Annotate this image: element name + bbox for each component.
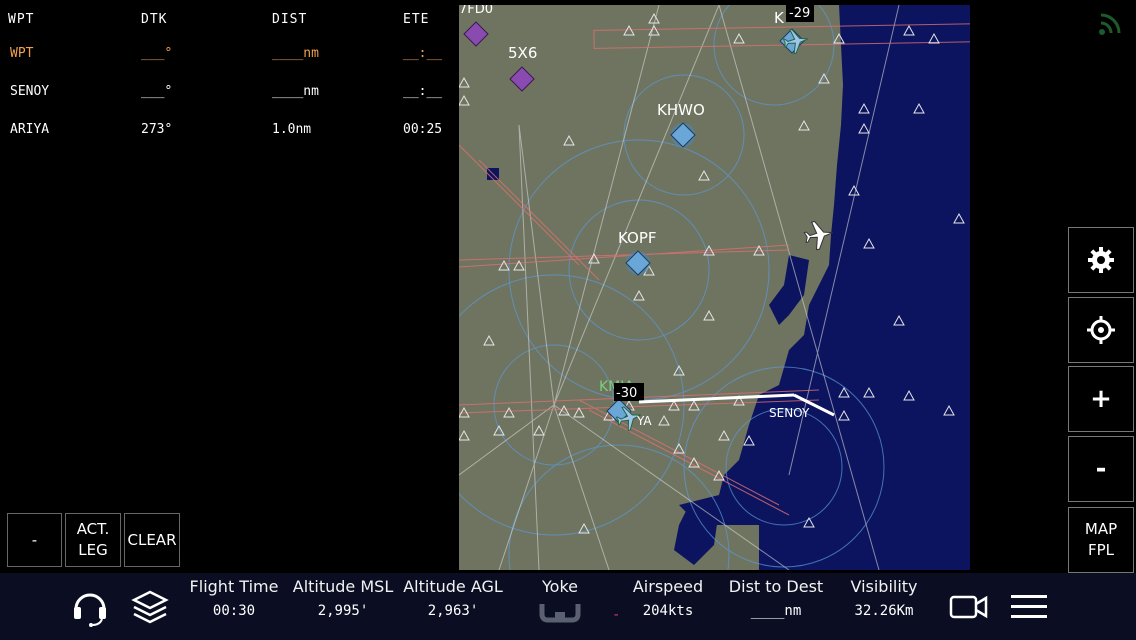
stat-label: Altitude AGL	[403, 577, 503, 596]
map-fpl-line2: FPL	[1087, 541, 1115, 559]
airport-label-5x6: 5X6	[508, 44, 537, 62]
minus-button-label: -	[31, 530, 38, 549]
airspeed-trend-indicator: -	[612, 607, 621, 623]
fpl-row-wpt[interactable]: SENOY	[10, 84, 49, 99]
header-ete: ETE	[403, 12, 430, 27]
traffic-altitude-tag: -29	[789, 6, 810, 21]
fpl-row-dist: ____nm	[272, 84, 319, 99]
stat-label: Flight Time	[189, 577, 279, 596]
airport-kopf-icon[interactable]	[625, 250, 651, 276]
headset-icon[interactable]	[72, 587, 108, 627]
menu-icon[interactable]	[1010, 593, 1048, 621]
bottom-status-bar: Flight Time 00:30 Altitude MSL 2,995' Al…	[0, 573, 1136, 640]
waypoint-label-ariya: YA	[636, 414, 652, 428]
fpl-row-dtk: ___°	[141, 84, 173, 99]
stat-label: Dist to Dest	[728, 577, 824, 596]
settings-button[interactable]	[1068, 227, 1134, 293]
zoom-out-button[interactable]: -	[1068, 436, 1134, 502]
yoke-icon	[539, 604, 581, 623]
minus-button[interactable]: -	[7, 513, 62, 567]
crosshair-icon	[1087, 316, 1115, 344]
layers-icon[interactable]	[131, 588, 169, 626]
zoom-in-label: +	[1090, 384, 1112, 414]
fpl-row-dist: 1.0nm	[272, 122, 312, 137]
zoom-in-button[interactable]: +	[1068, 366, 1134, 432]
stat-label: Airspeed	[632, 577, 704, 596]
stat-value: 32.26Km	[854, 603, 914, 619]
stat-visibility: Visibility 32.26Km	[838, 573, 930, 619]
stat-label: Altitude MSL	[292, 577, 394, 596]
airport-khwo-icon[interactable]	[670, 122, 696, 148]
map-fpl-line1: MAP	[1084, 520, 1118, 538]
act-leg-line1: ACT.	[76, 520, 110, 538]
fpl-row-ete: 00:25	[403, 122, 443, 137]
fpl-row-wpt[interactable]: WPT	[10, 46, 33, 61]
stat-value: 2,963'	[427, 603, 479, 619]
stat-value: 00:30	[212, 603, 256, 619]
airport-label-kopf: KOPF	[618, 229, 657, 247]
act-leg-line2: LEG	[78, 541, 108, 559]
fpl-row-wpt[interactable]: ARIYA	[10, 122, 49, 137]
center-map-button[interactable]	[1068, 297, 1134, 363]
header-wpt: WPT	[8, 12, 35, 27]
waypoint-label-senoy: SENOY	[769, 406, 810, 420]
stat-value: 204kts	[642, 603, 694, 619]
stat-dist-to-dest: Dist to Dest ____nm	[725, 573, 827, 619]
airport-label-k: K	[774, 9, 785, 27]
fpl-row-dist: ____nm	[272, 46, 319, 61]
map-canvas[interactable]: KOPF KHWO KMIA 5X6 7FD0 K -29 -30 SENOY …	[459, 5, 970, 570]
clear-button[interactable]: CLEAR	[124, 513, 180, 567]
moving-map[interactable]: KOPF KHWO KMIA 5X6 7FD0 K -29 -30 SENOY …	[459, 5, 970, 570]
stat-value: 2,995'	[317, 603, 369, 619]
airport-label-khwo: KHWO	[657, 101, 705, 119]
airport-label-7fd0: 7FD0	[459, 5, 493, 17]
header-dtk: DTK	[141, 12, 168, 27]
stat-yoke: Yoke	[525, 573, 595, 628]
stat-label: Yoke	[542, 577, 578, 596]
stat-altitude-msl: Altitude MSL 2,995'	[292, 573, 394, 619]
fpl-row-dtk: ___°	[141, 46, 173, 61]
flight-plan-panel: WPT DTK DIST ETE WPT ___° ____nm __:__ S…	[0, 0, 459, 150]
stat-airspeed: Airspeed 204kts	[626, 573, 710, 619]
stat-label: Visibility	[850, 577, 918, 596]
zoom-out-label: -	[1095, 454, 1107, 484]
clear-button-label: CLEAR	[127, 530, 177, 549]
stat-value: ____nm	[750, 603, 802, 619]
gear-icon	[1088, 247, 1114, 273]
fpl-row-ete: __:__	[403, 46, 443, 61]
map-fpl-toggle-button[interactable]: MAP FPL	[1068, 507, 1134, 573]
stat-altitude-agl: Altitude AGL 2,963'	[402, 573, 504, 619]
fpl-row-ete: __:__	[403, 84, 443, 99]
camera-icon[interactable]	[949, 594, 989, 620]
fpl-row-dtk: 273°	[141, 122, 173, 137]
signal-icon	[1099, 13, 1121, 35]
activate-leg-button[interactable]: ACT. LEG	[65, 513, 121, 567]
header-dist: DIST	[272, 12, 308, 27]
stat-flight-time: Flight Time 00:30	[188, 573, 280, 619]
traffic-altitude-tag: -30	[616, 386, 637, 401]
